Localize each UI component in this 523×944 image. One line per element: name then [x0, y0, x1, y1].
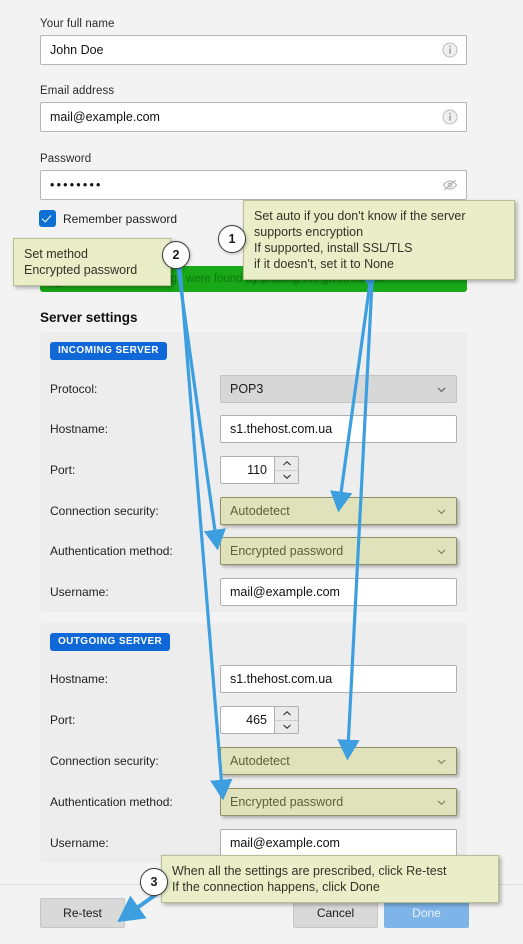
row-outgoing-port: Port: 465	[50, 705, 457, 735]
outgoing-port-stepper[interactable]: 465	[220, 706, 299, 734]
server-settings-title: Server settings	[40, 310, 138, 325]
outgoing-auth-method-select[interactable]: Encrypted password	[220, 788, 457, 816]
incoming-hostname-value: s1.thehost.com.ua	[230, 422, 333, 436]
remember-password-label: Remember password	[63, 211, 178, 226]
incoming-protocol-value: POP3	[230, 382, 264, 396]
outgoing-security-label: Connection security:	[50, 754, 159, 768]
incoming-username-value: mail@example.com	[230, 585, 340, 599]
row-incoming-security: Connection security: Autodetect	[50, 496, 457, 526]
incoming-auth-value: Encrypted password	[230, 544, 344, 558]
password-label: Password	[40, 153, 92, 165]
annotation-callout-1: Set auto if you don't know if the server…	[243, 200, 515, 280]
incoming-username-label: Username:	[50, 585, 109, 599]
row-incoming-username: Username: mail@example.com	[50, 577, 457, 607]
row-outgoing-hostname: Hostname: s1.thehost.com.ua	[50, 664, 457, 694]
arrow-3-to-retest-button	[117, 891, 160, 923]
email-account-settings-dialog: Your full name John Doe Email address ma…	[0, 0, 523, 944]
email-value: mail@example.com	[50, 110, 160, 124]
email-field-group: Email address mail@example.com	[40, 85, 467, 132]
incoming-port-label: Port:	[50, 463, 76, 477]
email-label: Email address	[40, 85, 115, 97]
incoming-server-panel: INCOMING SERVER Protocol: POP3 Hostname:…	[40, 332, 467, 612]
outgoing-username-value: mail@example.com	[230, 836, 340, 850]
annotation-marker-2: 2	[162, 241, 190, 269]
incoming-auth-method-select[interactable]: Encrypted password	[220, 537, 457, 565]
incoming-protocol-select[interactable]: POP3	[220, 375, 457, 403]
outgoing-server-panel: OUTGOING SERVER Hostname: s1.thehost.com…	[40, 623, 467, 863]
incoming-security-value: Autodetect	[230, 504, 290, 518]
full-name-value: John Doe	[50, 43, 104, 57]
outgoing-connection-security-select[interactable]: Autodetect	[220, 747, 457, 775]
incoming-hostname-input[interactable]: s1.thehost.com.ua	[220, 415, 457, 443]
spin-up-icon[interactable]	[275, 707, 298, 721]
chevron-down-icon	[437, 508, 446, 514]
outgoing-username-input[interactable]: mail@example.com	[220, 829, 457, 857]
eye-off-icon[interactable]	[442, 177, 458, 193]
incoming-connection-security-select[interactable]: Autodetect	[220, 497, 457, 525]
outgoing-server-badge: OUTGOING SERVER	[50, 633, 171, 651]
outgoing-auth-label: Authentication method:	[50, 795, 173, 809]
spin-up-icon[interactable]	[275, 457, 298, 471]
info-icon[interactable]	[442, 109, 458, 125]
chevron-down-icon	[437, 758, 446, 764]
spin-down-icon[interactable]	[275, 471, 298, 484]
incoming-hostname-label: Hostname:	[50, 422, 109, 436]
outgoing-port-value: 465	[246, 713, 267, 727]
remember-password-checkbox[interactable]	[40, 211, 55, 226]
annotation-callout-3: When all the settings are prescribed, cl…	[161, 855, 499, 903]
row-incoming-port: Port: 110	[50, 455, 457, 485]
row-outgoing-auth: Authentication method: Encrypted passwor…	[50, 787, 457, 817]
chevron-down-icon	[437, 386, 446, 392]
retest-button[interactable]: Re-test	[40, 898, 125, 928]
incoming-security-label: Connection security:	[50, 504, 159, 518]
incoming-port-spin-buttons[interactable]	[274, 457, 298, 483]
incoming-username-input[interactable]: mail@example.com	[220, 578, 457, 606]
password-field-group: Password ••••••••	[40, 153, 467, 200]
incoming-protocol-label: Protocol:	[50, 382, 98, 396]
email-input[interactable]: mail@example.com	[40, 102, 467, 132]
password-value: ••••••••	[50, 178, 103, 192]
full-name-field-group: Your full name John Doe	[40, 18, 467, 65]
chevron-down-icon	[437, 799, 446, 805]
password-input[interactable]: ••••••••	[40, 170, 467, 200]
full-name-input[interactable]: John Doe	[40, 35, 467, 65]
annotation-marker-1: 1	[218, 225, 246, 253]
outgoing-hostname-label: Hostname:	[50, 672, 109, 686]
info-icon[interactable]	[442, 42, 458, 58]
chevron-down-icon	[437, 548, 446, 554]
outgoing-auth-value: Encrypted password	[230, 795, 344, 809]
annotation-callout-2: Set method Encrypted password	[13, 238, 171, 286]
incoming-server-badge: INCOMING SERVER	[50, 342, 167, 360]
incoming-port-value: 110	[247, 463, 267, 477]
outgoing-username-label: Username:	[50, 836, 109, 850]
row-outgoing-username: Username: mail@example.com	[50, 828, 457, 858]
row-incoming-auth: Authentication method: Encrypted passwor…	[50, 536, 457, 566]
incoming-auth-label: Authentication method:	[50, 544, 173, 558]
outgoing-port-label: Port:	[50, 713, 76, 727]
row-incoming-hostname: Hostname: s1.thehost.com.ua	[50, 414, 457, 444]
outgoing-security-value: Autodetect	[230, 754, 290, 768]
annotation-marker-3: 3	[140, 868, 168, 896]
row-outgoing-security: Connection security: Autodetect	[50, 746, 457, 776]
outgoing-hostname-value: s1.thehost.com.ua	[230, 672, 333, 686]
row-incoming-protocol: Protocol: POP3	[50, 374, 457, 404]
full-name-label: Your full name	[40, 18, 115, 30]
outgoing-hostname-input[interactable]: s1.thehost.com.ua	[220, 665, 457, 693]
remember-password-row[interactable]: Remember password	[40, 211, 177, 226]
incoming-port-stepper[interactable]: 110	[220, 456, 299, 484]
spin-down-icon[interactable]	[275, 721, 298, 734]
outgoing-port-spin-buttons[interactable]	[274, 707, 298, 733]
